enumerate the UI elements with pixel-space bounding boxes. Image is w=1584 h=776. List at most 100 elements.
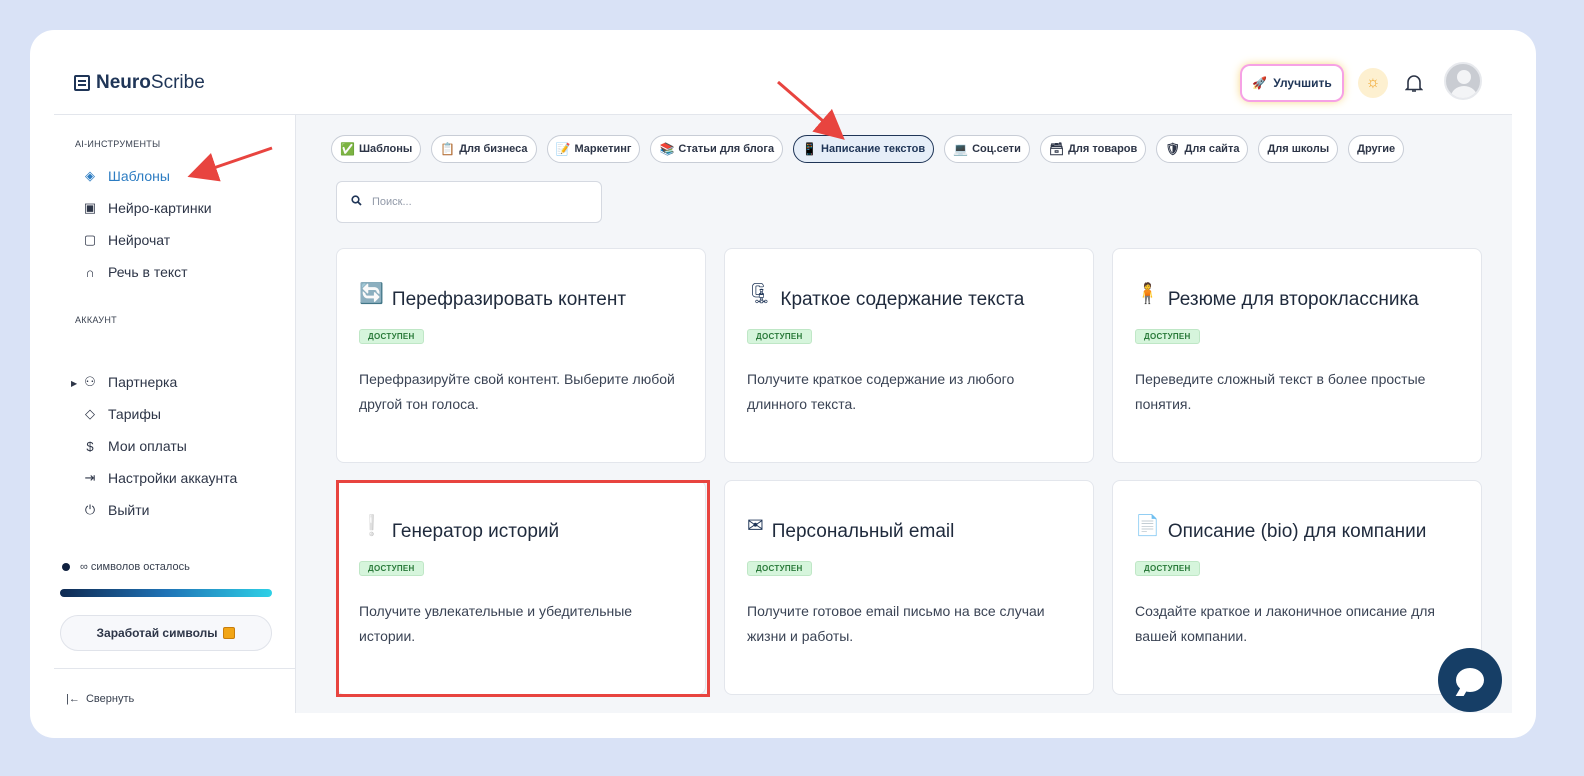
- rocket-icon: 🚀: [1252, 76, 1268, 90]
- sidebar-item-label: Мои оплаты: [108, 438, 187, 454]
- template-card[interactable]: 🗜 Краткое содержание текста ДОСТУПЕН Полу…: [724, 248, 1094, 463]
- sidebar-item-exit[interactable]: ⏻ Выйти: [82, 499, 150, 521]
- avatar[interactable]: [1444, 62, 1482, 100]
- sidebar-item-tariffs[interactable]: ◇ Тарифы: [82, 403, 161, 425]
- exclamation-icon: ❕: [359, 515, 384, 537]
- headphones-icon: ∩: [85, 264, 95, 280]
- chip-label: Другие: [1357, 143, 1396, 155]
- sidebar-item-neurochat[interactable]: ▢ Нейрочат: [82, 229, 170, 251]
- card-title: 📄 Описание (bio) для компании: [1135, 515, 1427, 544]
- top-bar: NeuroScribe 🚀 Улучшить ☼: [30, 30, 1536, 114]
- memo-icon: 📝: [555, 142, 571, 156]
- chip-label: Статьи для блога: [678, 143, 775, 155]
- card-title-text: Краткое содержание текста: [780, 288, 1025, 310]
- bell-icon[interactable]: [1402, 70, 1426, 96]
- card-title-text: Описание (bio) для компании: [1167, 520, 1427, 542]
- chip-blog-articles[interactable]: 📚 Статьи для блога: [650, 135, 784, 163]
- sidebar-item-label: Шаблоны: [108, 168, 170, 184]
- collapse-button[interactable]: |← Свернуть: [66, 693, 134, 705]
- expand-caret-icon[interactable]: ▶: [71, 379, 77, 388]
- search-input[interactable]: Поиск...: [336, 181, 602, 223]
- sidebar-item-payments[interactable]: $ Мои оплаты: [82, 435, 187, 457]
- category-chips: ✅ Шаблоны 📋 Для бизнеса 📝 Маркетинг 📚 Статьи…: [331, 135, 1405, 163]
- template-card[interactable]: 📄 Описание (bio) для компании ДОСТУПЕН Со…: [1112, 480, 1482, 695]
- chip-templates[interactable]: ✅ Шаблоны: [331, 135, 422, 163]
- tag-icon: ◇: [85, 406, 95, 421]
- main-content: ✅ Шаблоны 📋 Для бизнеса 📝 Маркетинг 📚 Статьи…: [296, 115, 1512, 713]
- shield-icon: 🛡: [1165, 142, 1181, 156]
- sidebar-item-label: Тарифы: [108, 406, 161, 422]
- chip-products[interactable]: 🗃 Для товаров: [1039, 135, 1147, 163]
- brand-bold: Neuro: [96, 72, 151, 93]
- clipboard-icon: 📋: [440, 142, 456, 156]
- chip-label: Для товаров: [1068, 143, 1138, 155]
- symbols-counter: ∞ символов осталось: [62, 561, 190, 573]
- clamp-icon: 🗜: [747, 283, 773, 305]
- card-description: Перефразируйте свой контент. Выберите лю…: [359, 371, 675, 412]
- card-title-text: Персональный email: [771, 520, 955, 542]
- chip-marketing[interactable]: 📝 Маркетинг: [546, 135, 641, 163]
- sidebar-item-label: Выйти: [108, 502, 150, 518]
- chip-social[interactable]: 💻 Соц.сети: [944, 135, 1030, 163]
- status-badge: ДОСТУПЕН: [1135, 561, 1200, 576]
- template-card[interactable]: ✉ Персональный email ДОСТУПЕН Получите го…: [724, 480, 1094, 695]
- earn-symbols-button[interactable]: Заработай символы: [60, 615, 272, 651]
- chip-label: Шаблоны: [358, 143, 413, 155]
- layers-icon: ◈: [85, 168, 95, 183]
- chip-writing[interactable]: 📱 Написание текстов: [793, 135, 935, 163]
- collapse-label: Свернуть: [85, 693, 135, 705]
- chip-school[interactable]: Для школы: [1258, 135, 1339, 163]
- envelope-icon: ✉: [747, 515, 764, 537]
- check-icon: ✅: [340, 142, 355, 156]
- brand-light: Scribe: [150, 72, 205, 93]
- status-badge: ДОСТУПЕН: [747, 561, 812, 576]
- card-title: ❕ Генератор историй: [359, 515, 559, 544]
- dollar-icon: $: [86, 438, 94, 454]
- chat-bubble-icon: [1456, 668, 1484, 692]
- sidebar-item-templates[interactable]: ◈ Шаблоны: [82, 165, 170, 187]
- chip-label: Для школы: [1267, 143, 1330, 155]
- card-title: 🗜 Краткое содержание текста: [747, 283, 1025, 312]
- sidebar-divider: [54, 668, 296, 669]
- status-dot: [62, 563, 70, 571]
- search-placeholder: Поиск...: [372, 196, 412, 208]
- section-tools-heading: AI-ИНСТРУМЕНТЫ: [75, 139, 161, 149]
- template-card[interactable]: ❕ Генератор историй ДОСТУПЕН Получите увл…: [336, 480, 706, 695]
- symbols-left-text: ∞ символов осталось: [80, 561, 190, 573]
- chip-website[interactable]: 🛡 Для сайта: [1156, 135, 1249, 163]
- status-badge: ДОСТУПЕН: [747, 329, 812, 344]
- chip-other[interactable]: Другие: [1348, 135, 1405, 163]
- section-account-heading: АККАУНТ: [75, 315, 117, 325]
- image-icon: ▣: [83, 200, 97, 215]
- chip-label: Соц.сети: [972, 143, 1021, 155]
- upgrade-label: Улучшить: [1273, 76, 1332, 90]
- template-card[interactable]: 🔄 Перефразировать контент ДОСТУПЕН Перефр…: [336, 248, 706, 463]
- upgrade-button[interactable]: 🚀 Улучшить: [1242, 66, 1342, 100]
- person-icon: 🧍: [1135, 283, 1160, 305]
- card-description: Получите готовое email письмо на все слу…: [747, 603, 1045, 644]
- card-description: Получите краткое содержание из любого дл…: [747, 371, 1015, 412]
- sidebar-item-label: Нейро-картинки: [108, 200, 212, 216]
- chip-business[interactable]: 📋 Для бизнеса: [431, 135, 537, 163]
- logo[interactable]: NeuroScribe: [74, 72, 205, 94]
- status-badge: ДОСТУПЕН: [1135, 329, 1200, 344]
- sidebar-item-label: Настройки аккаунта: [108, 470, 238, 486]
- sidebar-item-account-settings[interactable]: ⇥ Настройки аккаунта: [82, 467, 238, 489]
- books-icon: 📚: [659, 142, 675, 156]
- earn-label: Заработай символы: [96, 626, 218, 640]
- chip-label: Для бизнеса: [459, 143, 528, 155]
- template-card[interactable]: 🧍 Резюме для второклассника ДОСТУПЕН Пере…: [1112, 248, 1482, 463]
- sidebar-item-partners[interactable]: ⚇ Партнерка: [82, 371, 177, 393]
- sidebar-item-neuro-images[interactable]: ▣ Нейро-картинки: [82, 197, 212, 219]
- sidebar-item-speech-to-text[interactable]: ∩ Речь в текст: [82, 261, 188, 283]
- sidebar-item-label: Речь в текст: [108, 264, 188, 280]
- status-badge: ДОСТУПЕН: [359, 329, 424, 344]
- symbols-progress-bar: [60, 589, 272, 597]
- card-description: Создайте краткое и лаконичное описание д…: [1135, 603, 1435, 644]
- card-title-text: Резюме для второклассника: [1167, 288, 1419, 310]
- card-box-icon: 🗃: [1048, 142, 1065, 156]
- chat-icon: ▢: [83, 232, 97, 247]
- document-icon: 📄: [1135, 515, 1160, 537]
- chat-widget-button[interactable]: [1438, 648, 1502, 712]
- theme-toggle-sun-icon[interactable]: ☼: [1358, 68, 1388, 98]
